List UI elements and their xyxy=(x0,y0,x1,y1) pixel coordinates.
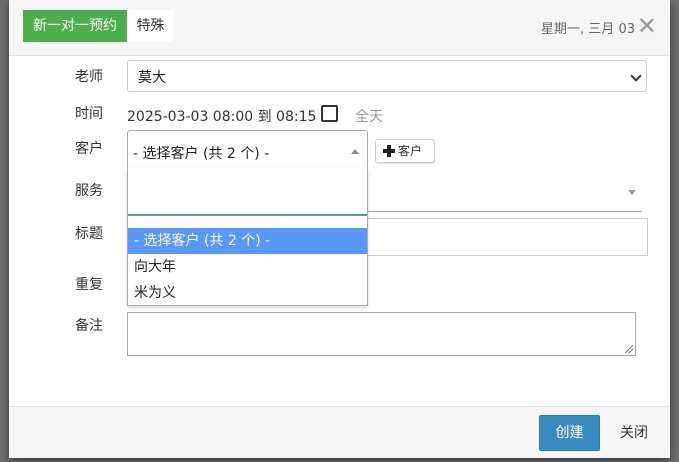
client-value: - 选择客户 (共 2 个) - xyxy=(133,146,270,162)
all-day-checkbox[interactable] xyxy=(321,105,338,122)
chevron-down-icon xyxy=(630,70,642,82)
add-client-label: 客户 xyxy=(398,144,423,158)
resize-handle-icon[interactable] xyxy=(625,345,633,353)
add-client-button[interactable]: 客户 xyxy=(375,139,435,163)
tab-new-appointment[interactable]: 新一对一预约 xyxy=(23,10,127,42)
client-select[interactable]: - 选择客户 (共 2 个) - xyxy=(127,130,368,170)
notes-textarea[interactable] xyxy=(127,312,636,356)
dropdown-option[interactable]: 向大年 xyxy=(128,254,367,280)
notes-label: 备注 xyxy=(75,318,103,334)
close-button[interactable]: 关闭 xyxy=(613,415,655,451)
appointment-dialog: 新一对一预约 特殊 星期一, 三月 03 ✕ 老师 莫大 时间 2025-03-… xyxy=(9,0,670,458)
dialog-footer: 创建 关闭 xyxy=(9,406,670,458)
time-label: 时间 xyxy=(75,106,103,122)
client-label: 客户 xyxy=(75,141,103,157)
dropdown-option[interactable]: 米为义 xyxy=(128,280,367,306)
teacher-select[interactable]: 莫大 xyxy=(127,60,647,92)
all-day-label: 全天 xyxy=(355,109,383,125)
plus-icon xyxy=(383,145,395,157)
client-dropdown: - 选择客户 (共 2 个) - 向大年 米为义 xyxy=(127,168,368,306)
repeat-label: 重复 xyxy=(75,277,103,293)
dropdown-option[interactable]: - 选择客户 (共 2 个) - xyxy=(128,228,367,254)
title-label: 标题 xyxy=(75,226,103,242)
client-search-input[interactable] xyxy=(128,168,367,216)
dialog-header: 新一对一预约 特殊 星期一, 三月 03 ✕ xyxy=(9,0,670,56)
close-icon[interactable]: ✕ xyxy=(637,12,657,40)
caret-up-icon xyxy=(351,149,359,154)
teacher-value: 莫大 xyxy=(138,70,166,86)
time-value[interactable]: 2025-03-03 08:00 到 08:15 xyxy=(127,106,316,126)
teacher-label: 老师 xyxy=(75,69,103,85)
tab-special[interactable]: 特殊 xyxy=(128,10,173,42)
create-button[interactable]: 创建 xyxy=(539,415,600,451)
caret-down-icon xyxy=(628,190,636,195)
dialog-date: 星期一, 三月 03 xyxy=(541,22,635,37)
service-label: 服务 xyxy=(75,183,103,199)
